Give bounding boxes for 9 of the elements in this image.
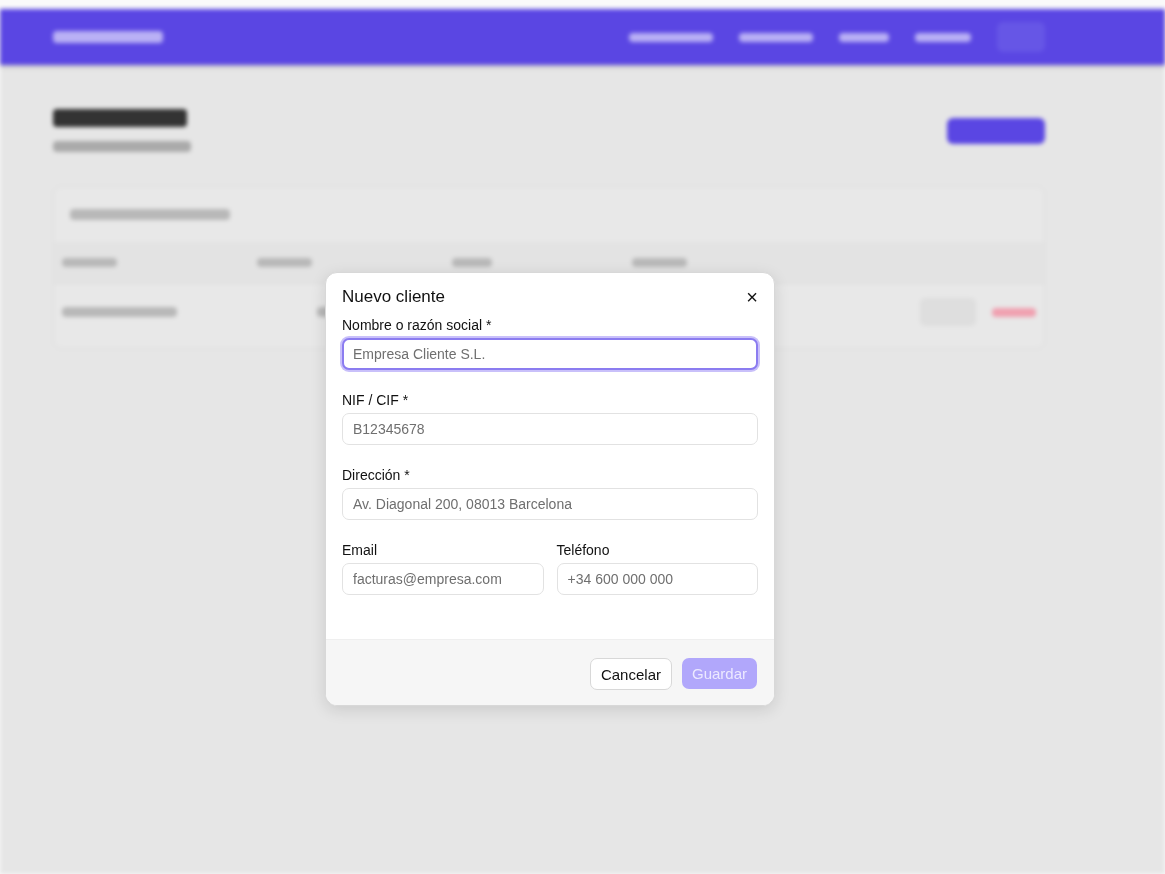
- field-label: Dirección *: [342, 467, 411, 483]
- field-label: Teléfono: [556, 542, 611, 558]
- input-field[interactable]: Empresa Cliente S.L.: [342, 338, 758, 370]
- field-label: Nombre o razón social *: [342, 317, 493, 333]
- cancel-button[interactable]: Cancelar: [589, 658, 672, 690]
- field-label: NIF / CIF *: [342, 392, 410, 408]
- field-label: Email: [342, 542, 378, 558]
- close-button[interactable]: ×: [746, 287, 758, 307]
- dialog-title: Nuevo cliente: [342, 287, 445, 307]
